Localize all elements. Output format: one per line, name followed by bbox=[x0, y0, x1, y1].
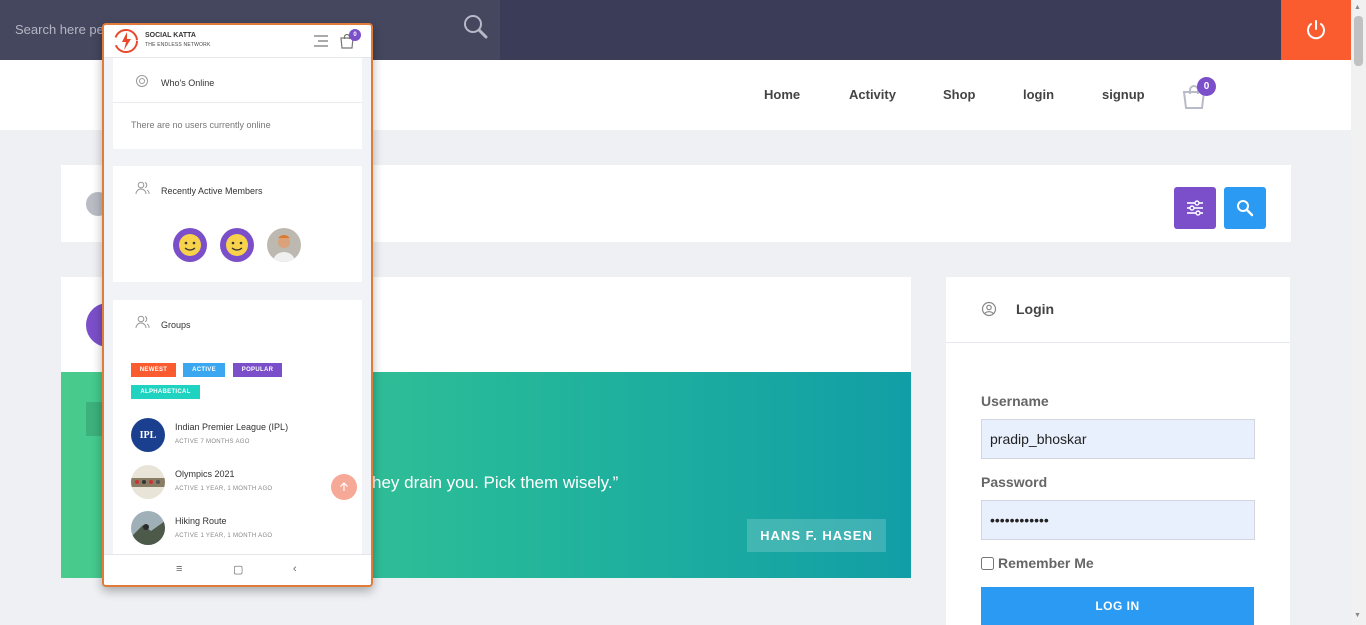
home-icon[interactable]: ▢ bbox=[233, 563, 243, 576]
group-meta: ACTIVE 1 YEAR, 1 MONTH AGO bbox=[175, 533, 273, 539]
scrollbar[interactable] bbox=[1351, 0, 1366, 625]
groups-widget: Groups NEWEST ACTIVE POPULAR ALPHABETICA… bbox=[113, 300, 362, 554]
password-field[interactable] bbox=[981, 500, 1255, 540]
nav-activity[interactable]: Activity bbox=[849, 87, 896, 102]
filter-search-button[interactable] bbox=[1224, 187, 1266, 229]
arrow-up-icon bbox=[340, 482, 348, 491]
group-meta: ACTIVE 1 YEAR, 1 MONTH AGO bbox=[175, 486, 273, 492]
whos-online-widget: Who's Online There are no users currentl… bbox=[113, 58, 362, 149]
menu-icon[interactable] bbox=[314, 35, 328, 47]
recent-apps-icon[interactable]: ≡ bbox=[176, 563, 182, 575]
mobile-cart-badge: 0 bbox=[349, 29, 361, 41]
cart-count-badge: 0 bbox=[1197, 77, 1216, 96]
back-icon[interactable]: ‹ bbox=[293, 563, 297, 575]
mobile-nav-bar: ≡ ▢ ‹ bbox=[104, 554, 371, 585]
tag-newest[interactable]: NEWEST bbox=[131, 363, 176, 377]
remember-me[interactable]: Remember Me bbox=[981, 555, 1094, 571]
user-circle-icon bbox=[981, 301, 997, 317]
remember-me-label: Remember Me bbox=[998, 555, 1094, 571]
divider bbox=[113, 102, 362, 103]
tag-alphabetical[interactable]: ALPHABETICAL bbox=[131, 385, 200, 399]
group-name[interactable]: Olympics 2021 bbox=[175, 469, 235, 479]
tag-popular[interactable]: POPULAR bbox=[233, 363, 282, 377]
member-avatar[interactable] bbox=[267, 228, 301, 262]
group-meta: ACTIVE 7 MONTHS AGO bbox=[175, 439, 250, 445]
member-avatar[interactable] bbox=[220, 228, 254, 262]
login-title: Login bbox=[1016, 301, 1055, 317]
search-icon bbox=[1237, 200, 1254, 217]
quote-text: hey drain you. Pick them wisely.” bbox=[372, 473, 619, 492]
brand-tagline: THE ENDLESS NETWORK bbox=[145, 42, 211, 48]
scroll-top-button[interactable] bbox=[331, 474, 357, 500]
nav-login[interactable]: login bbox=[1023, 87, 1054, 102]
login-header bbox=[946, 277, 1290, 343]
group-thumb-hiking[interactable] bbox=[131, 511, 165, 545]
brand-name: SOCIAL KATTA bbox=[145, 32, 196, 39]
mobile-header: SOCIAL KATTA THE ENDLESS NETWORK 0 bbox=[104, 25, 371, 58]
scrollbar-thumb[interactable] bbox=[1354, 16, 1363, 66]
groups-icon bbox=[135, 315, 150, 329]
members-icon bbox=[135, 181, 150, 195]
tag-active[interactable]: ACTIVE bbox=[183, 363, 225, 377]
mobile-preview: SOCIAL KATTA THE ENDLESS NETWORK 0 Who's… bbox=[102, 23, 373, 587]
search-icon[interactable] bbox=[460, 12, 492, 44]
whos-online-title: Who's Online bbox=[161, 78, 215, 88]
quote-author: HANS F. HASEN bbox=[747, 519, 886, 552]
username-field[interactable] bbox=[981, 419, 1255, 459]
group-thumb-olympics[interactable] bbox=[131, 465, 165, 499]
sliders-icon bbox=[1187, 200, 1203, 216]
online-icon bbox=[136, 75, 148, 87]
group-thumb-ipl[interactable]: IPL bbox=[131, 418, 165, 452]
scroll-up-arrow[interactable]: ▲ bbox=[1354, 4, 1361, 11]
remember-me-checkbox[interactable] bbox=[981, 556, 994, 570]
nav-signup[interactable]: signup bbox=[1102, 87, 1145, 102]
filter-settings-button[interactable] bbox=[1174, 187, 1216, 229]
password-label: Password bbox=[981, 474, 1048, 490]
nav-shop[interactable]: Shop bbox=[943, 87, 976, 102]
power-button[interactable] bbox=[1281, 0, 1351, 60]
brand-logo-icon bbox=[114, 29, 138, 53]
groups-title: Groups bbox=[161, 320, 191, 330]
member-avatar[interactable] bbox=[173, 228, 207, 262]
scroll-down-arrow[interactable]: ▼ bbox=[1354, 612, 1361, 619]
login-button[interactable]: LOG IN bbox=[981, 587, 1254, 625]
recent-members-widget: Recently Active Members bbox=[113, 166, 362, 282]
group-name[interactable]: Indian Premier League (IPL) bbox=[175, 422, 288, 432]
username-label: Username bbox=[981, 393, 1049, 409]
ipl-logo-text: IPL bbox=[139, 429, 157, 441]
group-name[interactable]: Hiking Route bbox=[175, 516, 227, 526]
whos-online-empty: There are no users currently online bbox=[131, 120, 271, 130]
nav-home[interactable]: Home bbox=[764, 87, 800, 102]
recent-members-title: Recently Active Members bbox=[161, 186, 263, 196]
power-icon bbox=[1307, 20, 1325, 40]
